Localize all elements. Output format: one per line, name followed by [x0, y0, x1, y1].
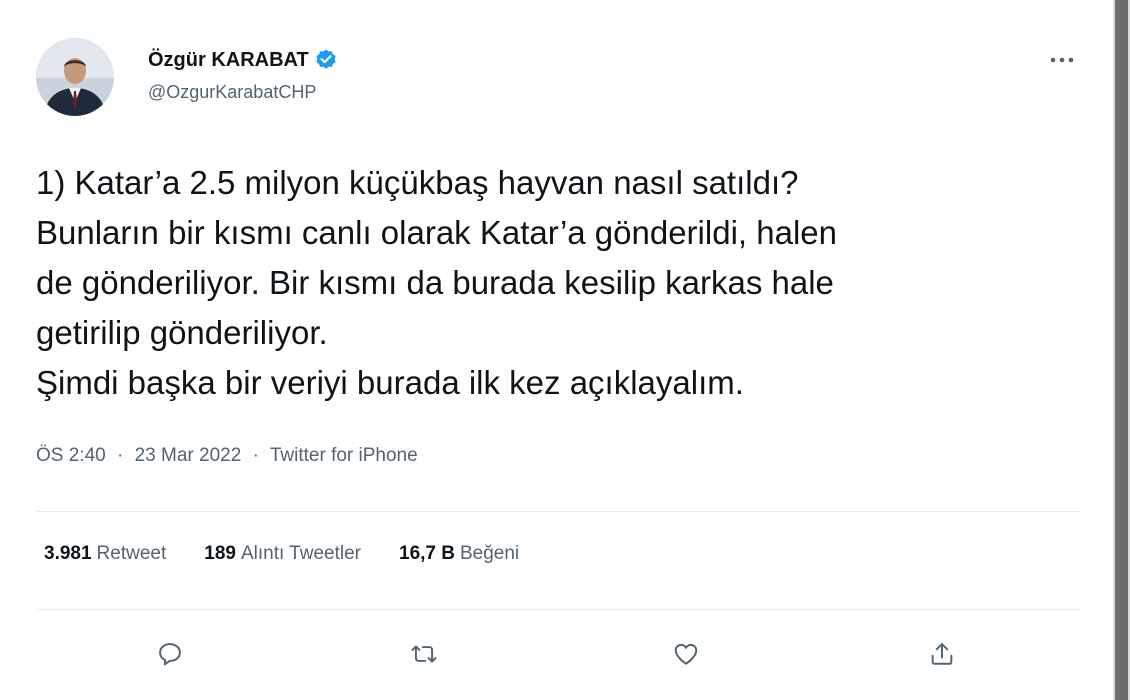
- tweet-text-line: Şimdi başka bir veriyi burada ilk kez aç…: [36, 364, 744, 401]
- tweet-actions: [0, 632, 1113, 676]
- reply-button[interactable]: [148, 632, 192, 676]
- quote-stat[interactable]: 189 Alıntı Tweetler: [204, 543, 361, 565]
- quote-count: 189: [204, 543, 236, 564]
- page: Özgür KARABAT @OzgurKarabatCHP 1) Katar’…: [0, 0, 1130, 700]
- share-icon: [931, 643, 953, 665]
- retweet-label: Retweet: [96, 543, 167, 564]
- tweet-text-line: de gönderiliyor. Bir kısmı da burada kes…: [36, 264, 834, 301]
- tweet-time[interactable]: ÖS 2:40: [36, 445, 106, 466]
- divider: [36, 609, 1080, 610]
- tweet-text-line: getirilip gönderiliyor.: [36, 314, 328, 351]
- scrollbar[interactable]: [1113, 0, 1130, 700]
- scrollbar-thumb[interactable]: [1115, 0, 1128, 700]
- divider: [36, 511, 1080, 512]
- quote-label: Alıntı Tweetler: [240, 543, 361, 564]
- more-button[interactable]: [1044, 46, 1080, 74]
- like-stat[interactable]: 16,7 B Beğeni: [399, 543, 519, 565]
- retweet-button[interactable]: [402, 632, 446, 676]
- heart-icon: [674, 643, 698, 665]
- more-dots-icon: [1050, 57, 1074, 63]
- reply-icon: [159, 643, 181, 666]
- retweet-icon: [411, 645, 437, 663]
- retweet-stat[interactable]: 3.981 Retweet: [44, 543, 166, 565]
- verified-badge-icon: [314, 48, 338, 72]
- author-handle[interactable]: @OzgurKarabatCHP: [148, 82, 316, 103]
- tweet-source[interactable]: Twitter for iPhone: [270, 445, 418, 466]
- share-button[interactable]: [920, 632, 964, 676]
- like-count: 16,7 B: [399, 543, 455, 564]
- author-name[interactable]: Özgür KARABAT: [148, 49, 309, 72]
- retweet-count: 3.981: [44, 543, 92, 564]
- tweet-card: Özgür KARABAT @OzgurKarabatCHP 1) Katar’…: [0, 0, 1113, 700]
- meta-separator: ·: [117, 445, 124, 466]
- author-name-row: Özgür KARABAT: [148, 46, 338, 74]
- tweet-text-line: 1) Katar’a 2.5 milyon küçükbaş hayvan na…: [36, 164, 799, 201]
- tweet-stats: 3.981 Retweet 189 Alıntı Tweetler 16,7 B…: [44, 543, 557, 565]
- like-label: Beğeni: [459, 543, 520, 564]
- tweet-text: 1) Katar’a 2.5 milyon küçükbaş hayvan na…: [36, 158, 1096, 408]
- like-button[interactable]: [664, 632, 708, 676]
- meta-separator: ·: [252, 445, 259, 466]
- tweet-text-line: Bunların bir kısmı canlı olarak Katar’a …: [36, 214, 837, 251]
- tweet-meta: ÖS 2:40 · 23 Mar 2022 · Twitter for iPho…: [36, 445, 418, 467]
- avatar[interactable]: [36, 38, 114, 116]
- tweet-date[interactable]: 23 Mar 2022: [135, 445, 242, 466]
